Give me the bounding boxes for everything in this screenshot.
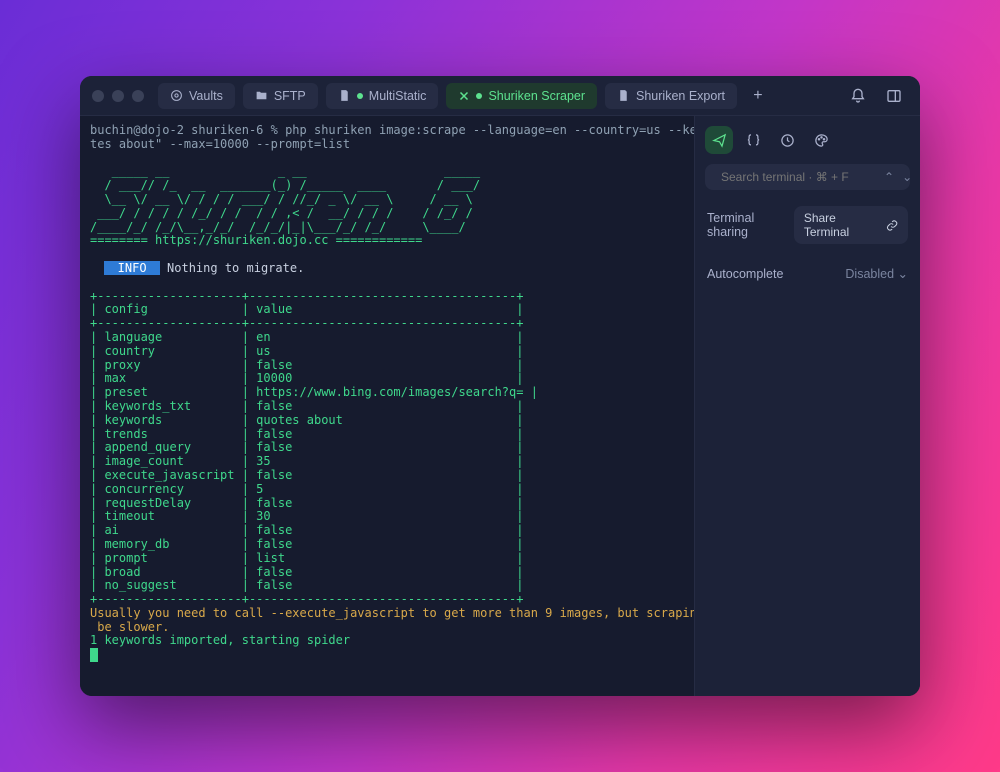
sidebar-tool-icons bbox=[705, 126, 910, 154]
send-icon bbox=[712, 133, 727, 148]
table-row: | max | 10000 | bbox=[90, 371, 523, 385]
palette-icon bbox=[814, 133, 829, 148]
modified-dot-icon bbox=[357, 93, 363, 99]
table-row: | keywords_txt | false | bbox=[90, 399, 523, 413]
tab-shuriken-scraper[interactable]: Shuriken Scraper bbox=[446, 83, 597, 109]
table-header: | config | value | bbox=[90, 302, 523, 316]
tab-label: Shuriken Scraper bbox=[488, 89, 585, 103]
status-line: 1 keywords imported, starting spider bbox=[90, 633, 350, 647]
vault-icon bbox=[170, 89, 183, 102]
table-row: | requestDelay | false | bbox=[90, 496, 523, 510]
table-row: | append_query | false | bbox=[90, 440, 523, 454]
document-icon bbox=[617, 89, 630, 102]
table-row: | concurrency | 5 | bbox=[90, 482, 523, 496]
folder-icon bbox=[255, 89, 268, 102]
clock-icon bbox=[780, 133, 795, 148]
warning-line: Usually you need to call --execute_javas… bbox=[90, 606, 694, 634]
sharing-label: Terminal sharing bbox=[707, 211, 794, 239]
terminal-sharing-row: Terminal sharing Share Terminal bbox=[705, 200, 910, 250]
braces-icon bbox=[746, 133, 761, 148]
terminal-output[interactable]: buchin@dojo-2 shuriken-6 % php shuriken … bbox=[80, 116, 694, 696]
table-row: | execute_javascript | false | bbox=[90, 468, 523, 482]
tab-sftp[interactable]: SFTP bbox=[243, 83, 318, 109]
share-terminal-button[interactable]: Share Terminal bbox=[794, 206, 908, 244]
info-badge: INFO bbox=[104, 261, 159, 275]
sidebar-nav-button[interactable] bbox=[705, 126, 733, 154]
table-row: | memory_db | false | bbox=[90, 537, 523, 551]
table-row: | ai | false | bbox=[90, 523, 523, 537]
traffic-zoom[interactable] bbox=[132, 90, 144, 102]
table-border: +--------------------+------------------… bbox=[90, 316, 523, 330]
close-icon[interactable] bbox=[458, 90, 470, 102]
autocomplete-value: Disabled ⌄ bbox=[845, 266, 908, 281]
table-row: | prompt | list | bbox=[90, 551, 523, 565]
table-row: | image_count | 35 | bbox=[90, 454, 523, 468]
sidebar-json-button[interactable] bbox=[739, 126, 767, 154]
autocomplete-row[interactable]: Autocomplete Disabled ⌄ bbox=[705, 260, 910, 287]
sidebar-clock-button[interactable] bbox=[773, 126, 801, 154]
notifications-button[interactable] bbox=[844, 82, 872, 110]
table-row: | proxy | false | bbox=[90, 358, 523, 372]
document-icon bbox=[338, 89, 351, 102]
tab-multistatic[interactable]: MultiStatic bbox=[326, 83, 439, 109]
panel-toggle-button[interactable] bbox=[880, 82, 908, 110]
traffic-lights bbox=[92, 90, 144, 102]
main-area: buchin@dojo-2 shuriken-6 % php shuriken … bbox=[80, 116, 920, 696]
table-border: +--------------------+------------------… bbox=[90, 592, 523, 606]
search-terminal[interactable]: ⌃ ⌄ bbox=[705, 164, 910, 190]
tab-label: Vaults bbox=[189, 89, 223, 103]
search-input[interactable] bbox=[721, 170, 876, 184]
titlebar: Vaults SFTP MultiStatic Shuriken Scraper… bbox=[80, 76, 920, 116]
table-row: | preset | https://www.bing.com/images/s… bbox=[90, 385, 538, 399]
traffic-close[interactable] bbox=[92, 90, 104, 102]
cursor bbox=[90, 648, 98, 662]
chevron-up-icon[interactable]: ⌃ bbox=[884, 170, 894, 184]
panel-icon bbox=[886, 88, 902, 104]
share-button-label: Share Terminal bbox=[804, 211, 880, 239]
chevron-down-icon[interactable]: ⌄ bbox=[902, 170, 912, 184]
table-row: | no_suggest | false | bbox=[90, 578, 523, 592]
app-window: Vaults SFTP MultiStatic Shuriken Scraper… bbox=[80, 76, 920, 696]
table-border: +--------------------+------------------… bbox=[90, 289, 523, 303]
table-row: | timeout | 30 | bbox=[90, 509, 523, 523]
traffic-minimize[interactable] bbox=[112, 90, 124, 102]
chevron-down-icon: ⌄ bbox=[898, 267, 908, 281]
tab-label: Shuriken Export bbox=[636, 89, 725, 103]
tab-label: MultiStatic bbox=[369, 89, 427, 103]
prompt-line: buchin@dojo-2 shuriken-6 % php shuriken … bbox=[90, 123, 694, 151]
logo-url-line: ======== https://shuriken.dojo.cc ======… bbox=[90, 233, 422, 247]
tab-label: SFTP bbox=[274, 89, 306, 103]
table-row: | broad | false | bbox=[90, 565, 523, 579]
sidebar-palette-button[interactable] bbox=[807, 126, 835, 154]
table-row: | keywords | quotes about | bbox=[90, 413, 523, 427]
modified-dot-icon bbox=[476, 93, 482, 99]
table-row: | language | en | bbox=[90, 330, 523, 344]
table-row: | trends | false | bbox=[90, 427, 523, 441]
info-text: Nothing to migrate. bbox=[160, 261, 305, 275]
tab-shuriken-export[interactable]: Shuriken Export bbox=[605, 83, 737, 109]
right-sidebar: ⌃ ⌄ Terminal sharing Share Terminal Auto… bbox=[694, 116, 920, 696]
tab-vaults[interactable]: Vaults bbox=[158, 83, 235, 109]
add-tab-button[interactable]: + bbox=[745, 83, 771, 109]
link-icon bbox=[886, 219, 898, 232]
autocomplete-label: Autocomplete bbox=[707, 267, 783, 281]
table-row: | country | us | bbox=[90, 344, 523, 358]
bell-icon bbox=[850, 88, 866, 104]
ascii-logo: _____ __ _ __ _____ / ___// /_ __ ______… bbox=[90, 164, 480, 233]
